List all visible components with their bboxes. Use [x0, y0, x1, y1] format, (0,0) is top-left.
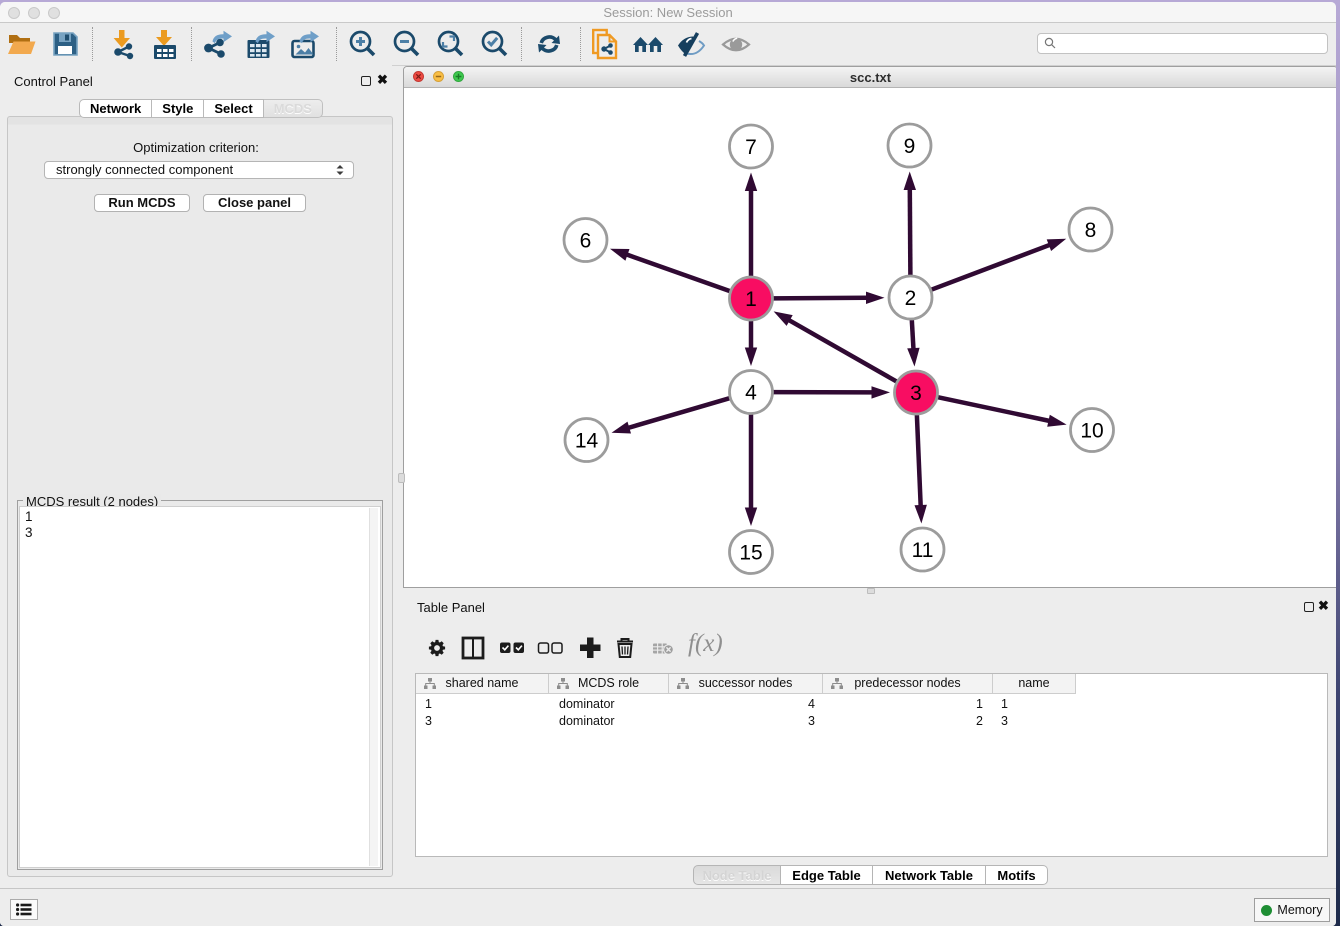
svg-text:3: 3	[910, 382, 922, 405]
svg-text:14: 14	[575, 430, 599, 453]
svg-text:15: 15	[739, 542, 762, 565]
svg-text:9: 9	[904, 135, 916, 158]
svg-text:8: 8	[1085, 219, 1097, 242]
svg-text:11: 11	[912, 539, 934, 562]
svg-text:4: 4	[745, 382, 757, 405]
svg-text:1: 1	[745, 288, 757, 311]
svg-text:7: 7	[745, 136, 757, 159]
svg-text:10: 10	[1080, 420, 1103, 443]
svg-text:6: 6	[580, 230, 592, 253]
svg-text:2: 2	[905, 287, 917, 310]
